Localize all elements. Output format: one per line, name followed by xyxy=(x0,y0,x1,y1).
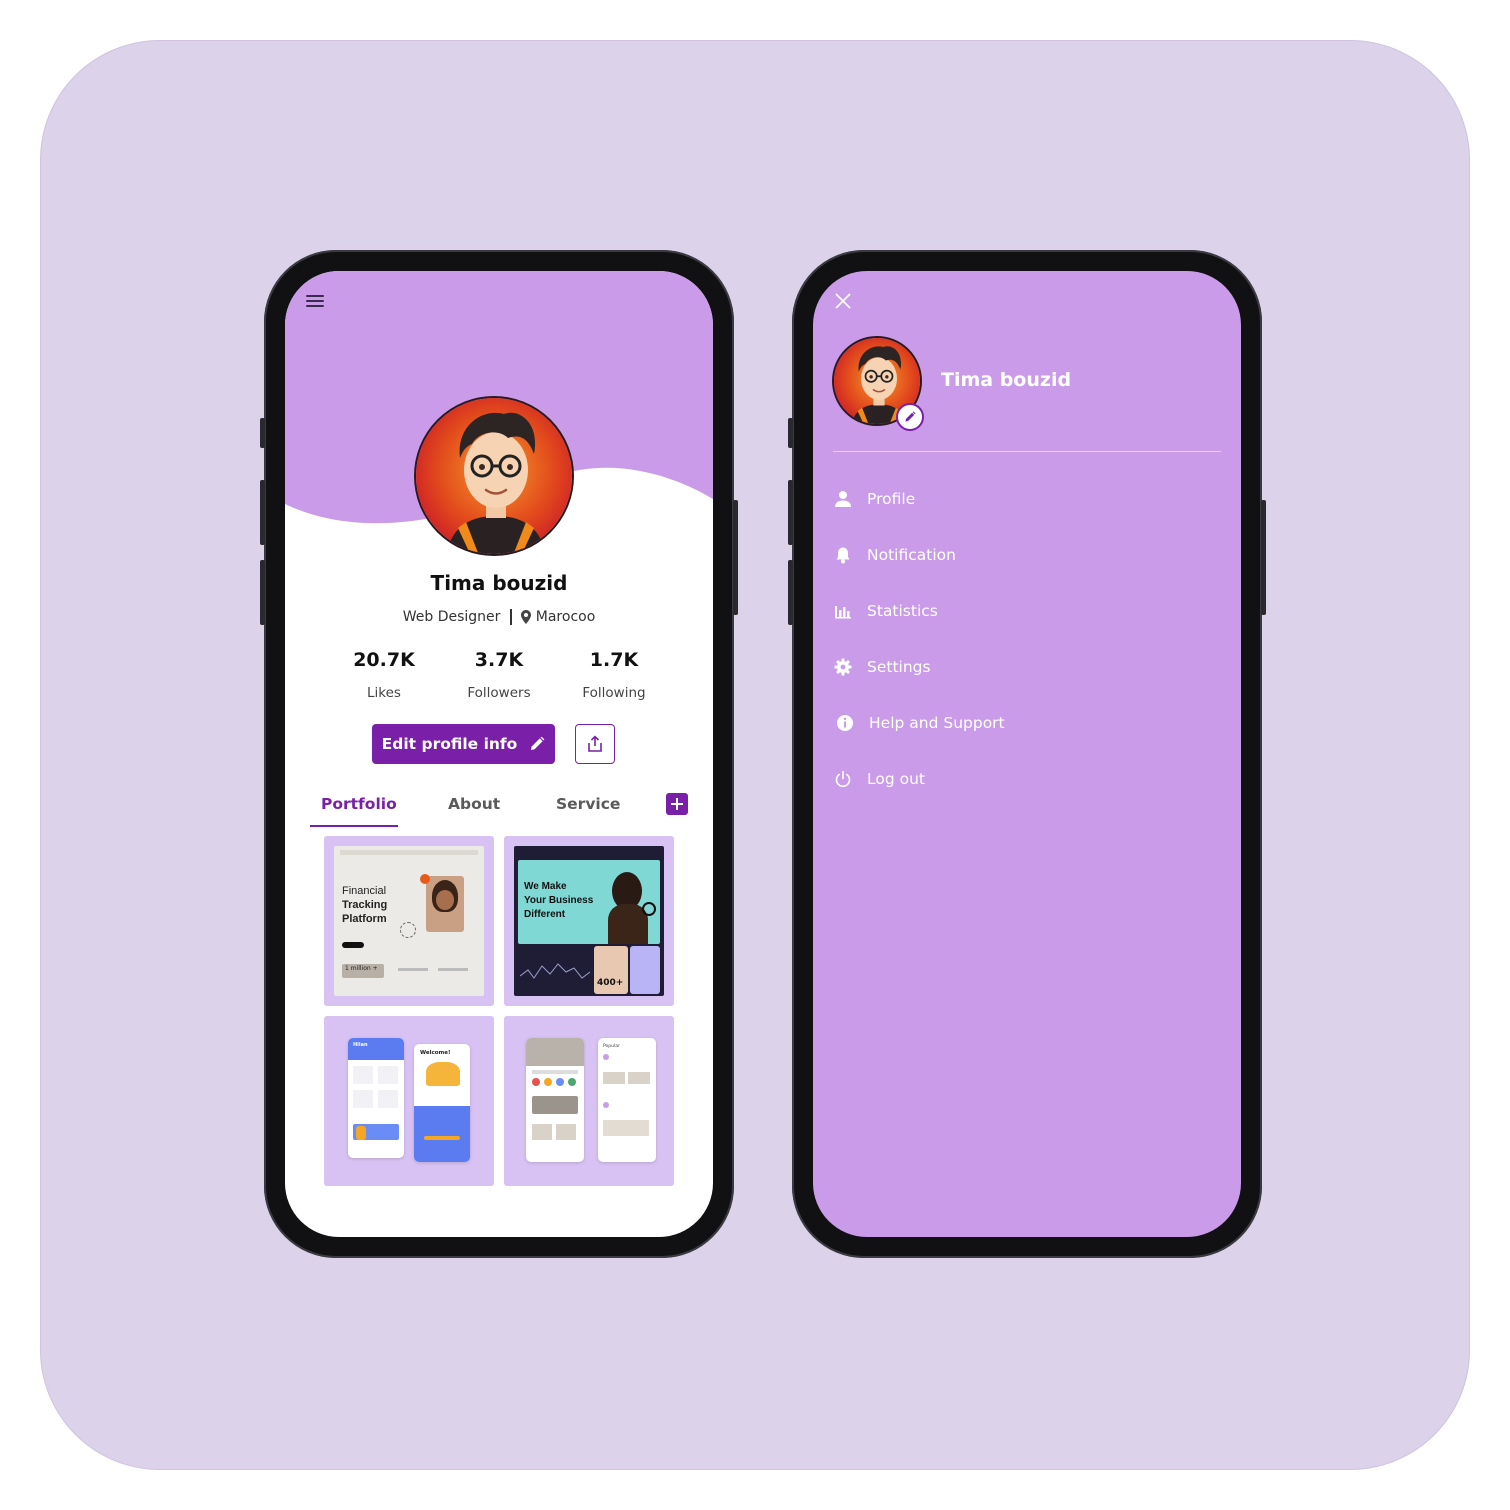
bell-icon xyxy=(833,545,853,565)
menu-item-label: Statistics xyxy=(867,602,938,620)
share-button[interactable] xyxy=(575,724,615,764)
info-icon xyxy=(835,713,855,733)
stat-following[interactable]: 1.7K Following xyxy=(557,649,671,701)
menu-item-label: Notification xyxy=(867,546,956,564)
close-icon[interactable] xyxy=(835,293,851,309)
menu-item-label: Profile xyxy=(867,490,916,508)
add-button[interactable] xyxy=(666,793,688,815)
separator xyxy=(509,609,512,625)
active-tab-indicator xyxy=(310,825,398,827)
stat-value: 1.7K xyxy=(589,649,639,671)
location-pin-icon xyxy=(521,610,532,624)
portfolio-stat: 1 million + xyxy=(342,964,384,978)
portfolio-headline: Financial xyxy=(342,885,387,897)
profile-subtitle: Web Designer Marocoo xyxy=(285,609,713,625)
stats-row: 20.7K Likes 3.7K Followers 1.7K Followin… xyxy=(327,649,671,701)
portfolio-headline: Tracking xyxy=(342,899,388,911)
bar-chart-icon xyxy=(833,601,853,621)
pencil-icon xyxy=(905,411,916,422)
portfolio-headline: We Make xyxy=(524,881,567,892)
portfolio-item[interactable]: Hilan Welcome! xyxy=(324,1016,494,1186)
stat-value: 3.7K xyxy=(474,649,524,671)
menu-item-label: Settings xyxy=(867,658,931,676)
share-icon xyxy=(588,735,602,752)
avatar xyxy=(414,396,574,556)
person-icon xyxy=(833,489,853,509)
menu-item-profile[interactable]: Profile xyxy=(833,471,1221,527)
portfolio-brand: Hilan xyxy=(353,1042,368,1048)
gear-icon xyxy=(833,657,853,677)
stat-label: Following xyxy=(582,685,646,701)
drawer-screen: Tima bouzid Profile Notification Statist… xyxy=(813,271,1241,1237)
tab-service[interactable]: Service xyxy=(556,795,620,813)
stat-followers[interactable]: 3.7K Followers xyxy=(442,649,556,701)
power-icon xyxy=(833,769,853,789)
portfolio-headline: Your Business xyxy=(524,895,594,906)
phone-profile: Tima bouzid Web Designer Marocoo 20.7K L… xyxy=(260,250,738,1258)
menu-item-label: Log out xyxy=(867,770,925,788)
menu-item-logout[interactable]: Log out xyxy=(833,751,1221,807)
tab-about[interactable]: About xyxy=(448,795,500,813)
edit-avatar-button[interactable] xyxy=(896,403,924,431)
tab-bar: Portfolio About Service xyxy=(310,793,688,827)
phone-drawer: Tima bouzid Profile Notification Statist… xyxy=(788,250,1266,1258)
portfolio-stat: 400+ xyxy=(597,978,624,988)
stat-label: Followers xyxy=(467,685,531,701)
stat-likes[interactable]: 20.7K Likes xyxy=(327,649,441,701)
pencil-icon xyxy=(531,736,545,750)
drawer-user-name: Tima bouzid xyxy=(941,369,1072,391)
portfolio-item[interactable]: Popular xyxy=(504,1016,674,1186)
profile-screen: Tima bouzid Web Designer Marocoo 20.7K L… xyxy=(285,271,713,1237)
portfolio-caption: Popular xyxy=(603,1044,620,1049)
portfolio-item[interactable]: We Make Your Business Different 400+ xyxy=(504,836,674,1006)
portfolio-greeting: Welcome! xyxy=(420,1050,451,1056)
edit-profile-label: Edit profile info xyxy=(381,735,518,753)
menu-item-notification[interactable]: Notification xyxy=(833,527,1221,583)
profile-location: Marocoo xyxy=(535,609,596,625)
tab-portfolio[interactable]: Portfolio xyxy=(321,795,397,813)
menu-item-settings[interactable]: Settings xyxy=(833,639,1221,695)
plus-icon xyxy=(671,798,683,810)
menu-item-label: Help and Support xyxy=(869,714,1005,732)
stat-label: Likes xyxy=(367,685,401,701)
divider xyxy=(833,451,1221,452)
portfolio-item[interactable]: Financial Tracking Platform 1 million + xyxy=(324,836,494,1006)
drawer-menu: Profile Notification Statistics Settings… xyxy=(833,471,1221,807)
profile-name: Tima bouzid xyxy=(430,571,568,595)
portfolio-headline: Platform xyxy=(342,913,387,925)
edit-profile-button[interactable]: Edit profile info xyxy=(372,724,555,764)
menu-item-help-support[interactable]: Help and Support xyxy=(833,695,1221,751)
portfolio-headline: Different xyxy=(524,909,566,920)
menu-item-statistics[interactable]: Statistics xyxy=(833,583,1221,639)
stat-value: 20.7K xyxy=(353,649,415,671)
menu-icon[interactable] xyxy=(306,295,324,309)
profile-role: Web Designer xyxy=(402,609,501,625)
